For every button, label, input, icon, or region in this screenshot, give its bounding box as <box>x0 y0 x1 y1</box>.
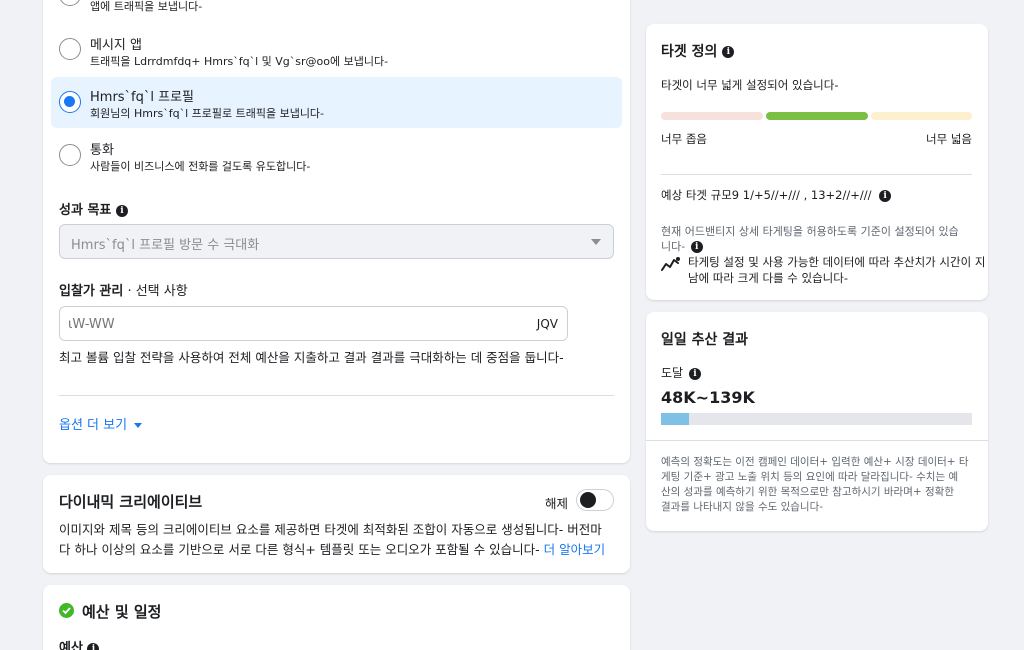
audience-warn-2: 남에 따라 크게 다를 수 있습니다- <box>688 271 848 285</box>
option-instagram-desc: 회원님의 Hmrs`fq`l 프로필로 트래픽을 보냅니다- <box>90 107 325 120</box>
info-icon[interactable]: i <box>690 241 703 253</box>
divider <box>661 174 972 175</box>
option-instagram-title: Hmrs`fq`l 프로필 <box>90 90 195 105</box>
audience-note-2-text: 니다- <box>661 240 686 253</box>
daily-results-card: 일일 추산 결과 도달 i 48K~139K 예측의 정확도는 이전 캠페인 데… <box>646 312 988 531</box>
radio-app-traffic[interactable] <box>59 0 81 6</box>
radio-calls[interactable] <box>59 144 81 166</box>
dynamic-creative-title: 다이내믹 크리에이티브 <box>59 493 203 511</box>
budget-schedule-card: 예산 및 일정 예산 i <box>43 585 630 650</box>
audience-size: 예상 타겟 규모9 1/+5//+/// , 13+2//+/// i <box>661 187 892 203</box>
bid-optional-text: · 선택 사항 <box>123 284 188 299</box>
trend-line-icon <box>661 256 681 272</box>
audience-title: 타겟 정의 i <box>661 41 735 61</box>
daily-results-title: 일일 추산 결과 <box>661 332 749 348</box>
dynamic-creative-desc-1: 이미지와 제목 등의 크리에이티브 요소를 제공하면 타겟에 최적화된 조합이 … <box>59 522 602 537</box>
disclaimer-line-4: 결과를 나타내지 않을 수도 있습니다- <box>661 501 824 513</box>
audience-definition-card: 타겟 정의 i 타겟이 너무 넓게 설정되어 있습니다- 너무 좁음 너무 넓음… <box>646 24 988 300</box>
budget-label: 예산 i <box>59 637 100 650</box>
option-messaging-desc: 트래픽을 Ldrrdmfdq+ Hmrs`fq`l 및 Vg`sr@oo에 보냅… <box>90 55 389 68</box>
performance-goal-value: Hmrs`fq`l 프로필 방문 수 극대화 <box>71 238 260 253</box>
disclaimer-line-1: 예측의 정확도는 이전 캠페인 데이터+ 입력한 예산+ 시장 데이터+ 타 <box>661 456 969 468</box>
bid-label-text: 입찰가 관리 <box>59 284 124 299</box>
more-options-link[interactable]: 옵션 더 보기 <box>59 414 143 433</box>
bid-amount-input[interactable] <box>68 313 468 335</box>
option-messaging-title: 메시지 앱 <box>90 38 142 53</box>
bid-input-wrapper: JQV <box>59 306 568 341</box>
info-icon[interactable]: i <box>688 367 701 380</box>
option-app-desc: 앱에 트래픽을 보냅니다- <box>90 0 203 13</box>
audience-meter <box>661 112 972 120</box>
dynamic-creative-toggle-label: 해제 <box>545 496 569 511</box>
caret-down-icon <box>134 423 143 428</box>
bid-help-text: 최고 볼륨 입찰 전략을 사용하여 전체 예산을 지출하고 결과 결과를 극대화… <box>59 350 564 365</box>
info-icon[interactable]: i <box>87 642 100 650</box>
reach-label: 도달 i <box>661 364 701 381</box>
performance-goal-label-text: 성과 목표 <box>59 203 112 218</box>
reach-bar-fill <box>661 413 689 425</box>
meter-ideal-segment <box>766 112 868 120</box>
divider <box>59 395 614 396</box>
option-instagram-profile[interactable]: Hmrs`fq`l 프로필 회원님의 Hmrs`fq`l 프로필로 트래픽을 보… <box>51 77 622 128</box>
radio-messaging-app[interactable] <box>59 38 81 60</box>
dynamic-creative-toggle[interactable] <box>576 489 614 511</box>
radio-instagram-profile[interactable] <box>59 91 81 113</box>
performance-goal-select[interactable]: Hmrs`fq`l 프로필 방문 수 극대화 <box>59 224 614 259</box>
chevron-down-icon <box>591 239 601 245</box>
meter-broad-label: 너무 넓음 <box>926 132 972 146</box>
currency-label: JQV <box>536 317 558 331</box>
divider <box>646 440 988 441</box>
toggle-knob <box>580 492 596 508</box>
option-calls-title: 통화 <box>90 143 114 158</box>
reach-value: 48K~139K <box>661 388 755 407</box>
info-icon[interactable]: i <box>722 46 735 58</box>
learn-more-link[interactable]: 더 알아보기 <box>544 542 605 557</box>
budget-schedule-title: 예산 및 일정 <box>82 603 162 621</box>
audience-warn-1: 타게팅 설정 및 사용 가능한 데이터에 따라 추산치가 시간이 지 <box>688 255 986 269</box>
bid-control-label: 입찰가 관리 · 선택 사항 <box>59 280 188 299</box>
meter-narrow-label: 너무 좁음 <box>661 132 707 146</box>
audience-size-text: 예상 타겟 규모9 1/+5//+/// , 13+2//+/// <box>661 188 872 202</box>
performance-goal-label: 성과 목표 i <box>59 199 128 218</box>
info-icon[interactable]: i <box>879 189 892 202</box>
dynamic-creative-card: 다이내믹 크리에이티브 해제 이미지와 제목 등의 크리에이티브 요소를 제공하… <box>43 475 630 573</box>
reach-bar-track <box>661 413 972 425</box>
dynamic-creative-desc-2-text: 다 하나 이상의 요소를 기반으로 서로 다른 형식+ 템플릿 또는 오디오가 … <box>59 542 540 557</box>
meter-broad-segment <box>871 112 972 120</box>
check-circle-icon <box>59 603 74 618</box>
reach-label-text: 도달 <box>661 366 684 380</box>
dynamic-creative-desc-2: 다 하나 이상의 요소를 기반으로 서로 다른 형식+ 템플릿 또는 오디오가 … <box>59 539 605 558</box>
meter-narrow-segment <box>661 112 763 120</box>
audience-title-text: 타겟 정의 <box>661 44 718 60</box>
disclaimer-line-3: 산의 성과를 예측하기 위한 목적으로만 참고하시기 바라며+ 정확한 <box>661 486 954 498</box>
audience-note-1: 현재 어드밴티지 상세 타게팅을 허용하도록 기준이 설정되어 있습 <box>661 225 959 238</box>
ad-set-settings-card: 앱에 트래픽을 보냅니다- 메시지 앱 트래픽을 Ldrrdmfdq+ Hmrs… <box>43 0 630 463</box>
more-options-text: 옵션 더 보기 <box>59 418 128 433</box>
disclaimer-line-2: 게팅 기준+ 광고 노출 위치 등의 요인에 따라 달라집니다- 수치는 예 <box>661 471 959 483</box>
option-calls-desc: 사람들이 비즈니스에 전화를 걸도록 유도합니다- <box>90 160 311 173</box>
audience-status: 타겟이 너무 넓게 설정되어 있습니다- <box>661 78 839 92</box>
audience-note-2: 니다- i <box>661 238 703 254</box>
budget-label-text: 예산 <box>59 641 83 650</box>
info-icon[interactable]: i <box>115 204 128 217</box>
